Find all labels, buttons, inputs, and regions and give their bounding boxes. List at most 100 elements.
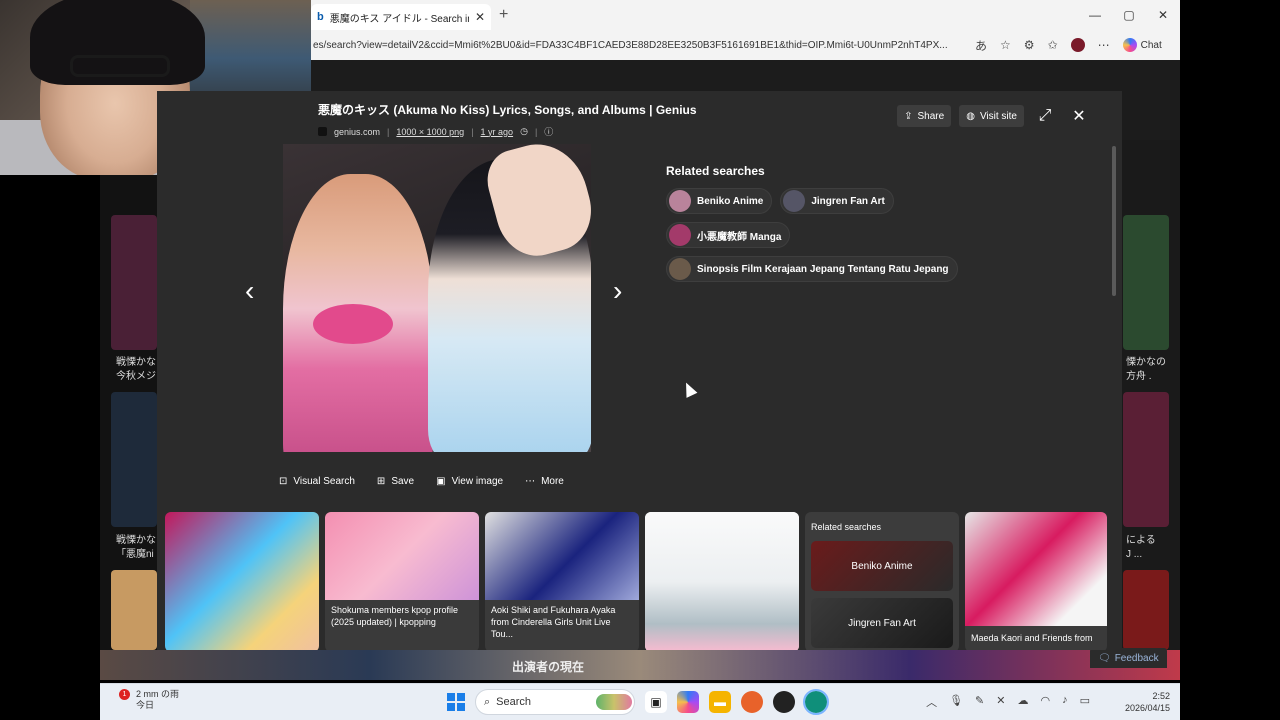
related-chip[interactable]: Sinopsis Film Kerajaan Jepang Tentang Ra… <box>666 256 958 282</box>
firefox-icon[interactable] <box>741 691 763 713</box>
weather-widget[interactable]: 1 2 mm の雨 今日 <box>116 689 179 711</box>
image-card[interactable] <box>165 512 319 650</box>
taskbar-clock[interactable]: 2:52 2026/04/15 <box>1125 690 1170 714</box>
chip-thumbnail <box>783 190 806 212</box>
card-image <box>645 512 799 650</box>
chip-thumbnail <box>669 258 691 280</box>
more-dots-icon: ⋯ <box>525 476 536 487</box>
more-button[interactable]: ⋯ More <box>525 476 564 487</box>
microphone-icon[interactable]: 🎙 <box>949 694 963 710</box>
result-thumbnail[interactable] <box>111 215 157 350</box>
close-icon[interactable]: ✕ <box>1066 105 1092 127</box>
image-age[interactable]: 1 yr ago <box>481 127 514 137</box>
close-window-button[interactable]: ✕ <box>1146 0 1180 30</box>
feedback-button[interactable]: 🗨 Feedback <box>1090 648 1167 668</box>
favorite-star-icon[interactable]: ☆ <box>1000 38 1011 52</box>
viewer-scrollbar[interactable] <box>1112 146 1116 296</box>
save-button[interactable]: ⊞ Save <box>377 476 414 487</box>
profile-avatar[interactable] <box>1070 38 1085 52</box>
clock-date: 2026/04/15 <box>1124 703 1170 713</box>
search-icon: ⌕ <box>484 695 491 708</box>
tab-close-icon[interactable]: ✕ <box>475 10 485 24</box>
screen: 戦慄かな 今秋メジ 戦慄かな 「悪魔ni 慄かなの 方舟 . による Ј ... 出演者… <box>0 0 1280 720</box>
card-image <box>325 512 479 600</box>
related-chip[interactable]: Jingren Fan Art <box>780 188 894 214</box>
globe-icon: ◍ <box>966 110 975 122</box>
taskbar-center: ⌕ Search ▣ ▬ <box>447 689 829 715</box>
viewer-toolbar: ⇪ Share ◍ Visit site ⤢ ✕ <box>897 105 1092 127</box>
image-card[interactable]: Maeda Kaori and Friends from <box>965 512 1107 650</box>
result-thumbnail[interactable] <box>1123 215 1169 350</box>
result-thumbnail[interactable] <box>111 392 157 527</box>
image-source[interactable]: genius.com <box>334 127 380 137</box>
save-icon: ⊞ <box>376 476 386 487</box>
bottom-results-row <box>100 650 1180 680</box>
share-icon: ⇪ <box>904 110 913 122</box>
result-caption[interactable]: 戦慄かな 今秋メジ <box>116 356 156 384</box>
image-title[interactable]: 悪魔のキッス (Akuma No Kiss) Lyrics, Songs, an… <box>318 101 697 118</box>
info-icon[interactable]: ⓘ <box>544 125 553 138</box>
result-caption[interactable]: による Ј ... <box>1126 534 1156 562</box>
viewer-header: 悪魔のキッス (Akuma No Kiss) Lyrics, Songs, an… <box>318 101 697 138</box>
related-chips: Beniko Anime Jingren Fan Art 小悪魔教師 Manga… <box>666 188 1016 282</box>
visit-site-button[interactable]: ◍ Visit site <box>959 105 1024 127</box>
related-card-item[interactable]: Beniko Anime <box>811 541 953 591</box>
card-caption: Shokuma members kpop profile (2025 updat… <box>331 605 459 627</box>
more-options-icon[interactable]: ⋯ <box>1098 38 1110 52</box>
browser-tab[interactable]: b 悪魔のキス アイドル - Search images ✕ <box>311 4 491 30</box>
related-searches-card: Related searches Beniko Anime Jingren Fa… <box>805 512 959 650</box>
new-tab-button[interactable]: + <box>499 6 508 24</box>
image-detail-viewer: 悪魔のキッス (Akuma No Kiss) Lyrics, Songs, an… <box>157 91 1122 650</box>
image-card[interactable]: Aoki Shiki and Fukuhara Ayaka from Cinde… <box>485 512 639 650</box>
related-card-item[interactable]: Jingren Fan Art <box>811 598 953 648</box>
address-bar[interactable]: es/search?view=detailV2&ccid=Mmi6t%2BU0&… <box>311 34 971 56</box>
image-card[interactable] <box>645 512 799 650</box>
chip-thumbnail <box>669 190 691 212</box>
image-card[interactable]: Shokuma members kpop profile (2025 updat… <box>325 512 479 650</box>
related-chip[interactable]: 小悪魔教師 Manga <box>666 222 791 248</box>
windows-start-icon[interactable] <box>447 693 465 711</box>
onedrive-icon[interactable]: ☁ <box>1017 694 1028 710</box>
result-caption[interactable]: 慄かなの 方舟 . <box>1126 356 1166 384</box>
edge-icon[interactable] <box>803 689 829 715</box>
source-favicon-icon <box>318 127 327 136</box>
favorites-icon[interactable]: ✩ <box>1048 38 1058 52</box>
minimize-button[interactable]: — <box>1078 0 1112 30</box>
expand-icon[interactable]: ⤢ <box>1032 105 1058 127</box>
result-thumbnail[interactable] <box>1123 570 1169 650</box>
result-thumbnail[interactable] <box>1123 392 1169 527</box>
chat-label: Chat <box>1140 39 1162 51</box>
volume-icon[interactable]: ♪ <box>1062 694 1068 710</box>
image-dimensions[interactable]: 1000 × 1000 png <box>396 127 464 137</box>
maximize-button[interactable]: ▢ <box>1112 0 1146 30</box>
tray-x-icon[interactable]: ✕ <box>996 694 1005 710</box>
copilot-chat-button[interactable]: Chat <box>1122 38 1162 52</box>
task-view-icon[interactable]: ▣ <box>645 691 667 713</box>
file-explorer-icon[interactable]: ▬ <box>709 691 731 713</box>
pen-icon[interactable]: ✎ <box>975 694 984 710</box>
card-image <box>485 512 639 600</box>
translate-icon[interactable]: あ <box>975 37 987 54</box>
next-image-arrow-icon[interactable]: › <box>613 277 622 305</box>
wifi-icon[interactable]: ◠ <box>1040 694 1050 710</box>
related-chip[interactable]: Beniko Anime <box>666 188 773 214</box>
card-caption: Aoki Shiki and Fukuhara Ayaka from Cinde… <box>491 605 616 639</box>
result-thumbnail[interactable] <box>111 570 157 650</box>
card-image <box>965 512 1107 626</box>
copilot-app-icon[interactable] <box>677 691 699 713</box>
visual-search-button[interactable]: ⊡ Visual Search <box>279 476 355 487</box>
main-image[interactable] <box>283 144 591 452</box>
previous-image-arrow-icon[interactable]: ‹ <box>245 277 254 305</box>
tray-overflow-icon[interactable]: ︿ <box>926 694 937 710</box>
webcam-glasses <box>70 55 170 77</box>
taskbar-search[interactable]: ⌕ Search <box>475 689 635 715</box>
share-button[interactable]: ⇪ Share <box>897 105 952 127</box>
result-caption[interactable]: 戦慄かな 「悪魔ni <box>116 534 156 562</box>
obs-icon[interactable] <box>773 691 795 713</box>
battery-icon[interactable]: ▭ <box>1080 694 1090 710</box>
extensions-icon[interactable]: ⚙ <box>1024 38 1035 52</box>
history-icon: ◷ <box>520 126 528 136</box>
more-images-strip: Shokuma members kpop profile (2025 updat… <box>165 512 1120 650</box>
window-controls: — ▢ ✕ <box>1078 0 1180 30</box>
view-image-button[interactable]: ▣ View image <box>436 476 503 487</box>
